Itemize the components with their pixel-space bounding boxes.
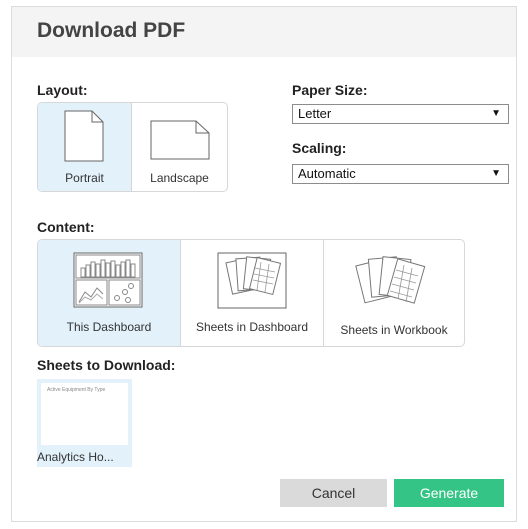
- sheets-in-workbook-icon: [355, 256, 426, 304]
- dropdown-arrow-icon: ▼: [491, 108, 501, 119]
- sheet-name: Analytics Ho...: [37, 450, 114, 464]
- sheet-preview-title: Active Equipment By Type: [47, 387, 106, 393]
- content-option-label: This Dashboard: [66, 320, 152, 334]
- paper-size-value: Letter: [298, 106, 332, 121]
- content-option-group: This Dashboard Sheets in Dashboard Sheet…: [37, 239, 465, 347]
- dialog-header: Download PDF: [12, 7, 516, 57]
- layout-option-portrait[interactable]: Portrait: [38, 103, 131, 191]
- cancel-button[interactable]: Cancel: [280, 479, 387, 507]
- sheet-thumbnail[interactable]: Active Equipment By Type Analytics Ho...: [37, 379, 132, 467]
- content-option-label: Sheets in Workbook: [340, 323, 448, 337]
- dropdown-arrow-icon: ▼: [491, 168, 501, 179]
- layout-option-landscape[interactable]: Landscape: [132, 103, 227, 191]
- portrait-page-icon: [64, 110, 104, 162]
- content-option-sheets-in-workbook[interactable]: Sheets in Workbook: [324, 240, 464, 346]
- layout-option-label: Landscape: [150, 171, 209, 185]
- generate-button[interactable]: Generate: [394, 479, 504, 507]
- layout-label: Layout:: [37, 82, 88, 98]
- paper-size-select[interactable]: Letter ▼: [292, 104, 509, 124]
- download-pdf-dialog: Download PDF Layout: Portrait Landscape …: [11, 6, 517, 522]
- sheet-preview-page: Active Equipment By Type: [41, 383, 128, 445]
- layout-option-group: Portrait Landscape: [37, 102, 228, 192]
- dialog-title: Download PDF: [37, 19, 186, 42]
- landscape-page-icon: [150, 120, 210, 160]
- scaling-value: Automatic: [298, 166, 356, 181]
- scaling-label: Scaling:: [292, 140, 347, 156]
- content-option-sheets-in-dashboard[interactable]: Sheets in Dashboard: [181, 240, 323, 346]
- paper-size-label: Paper Size:: [292, 82, 368, 98]
- content-option-label: Sheets in Dashboard: [195, 320, 309, 334]
- dashboard-icon: [73, 252, 143, 308]
- sheets-to-download-label: Sheets to Download:: [37, 357, 176, 373]
- scaling-select[interactable]: Automatic ▼: [292, 164, 509, 184]
- content-option-this-dashboard[interactable]: This Dashboard: [38, 240, 180, 346]
- content-label: Content:: [37, 219, 95, 235]
- sheets-in-dashboard-icon: [217, 252, 287, 309]
- layout-option-label: Portrait: [65, 171, 104, 185]
